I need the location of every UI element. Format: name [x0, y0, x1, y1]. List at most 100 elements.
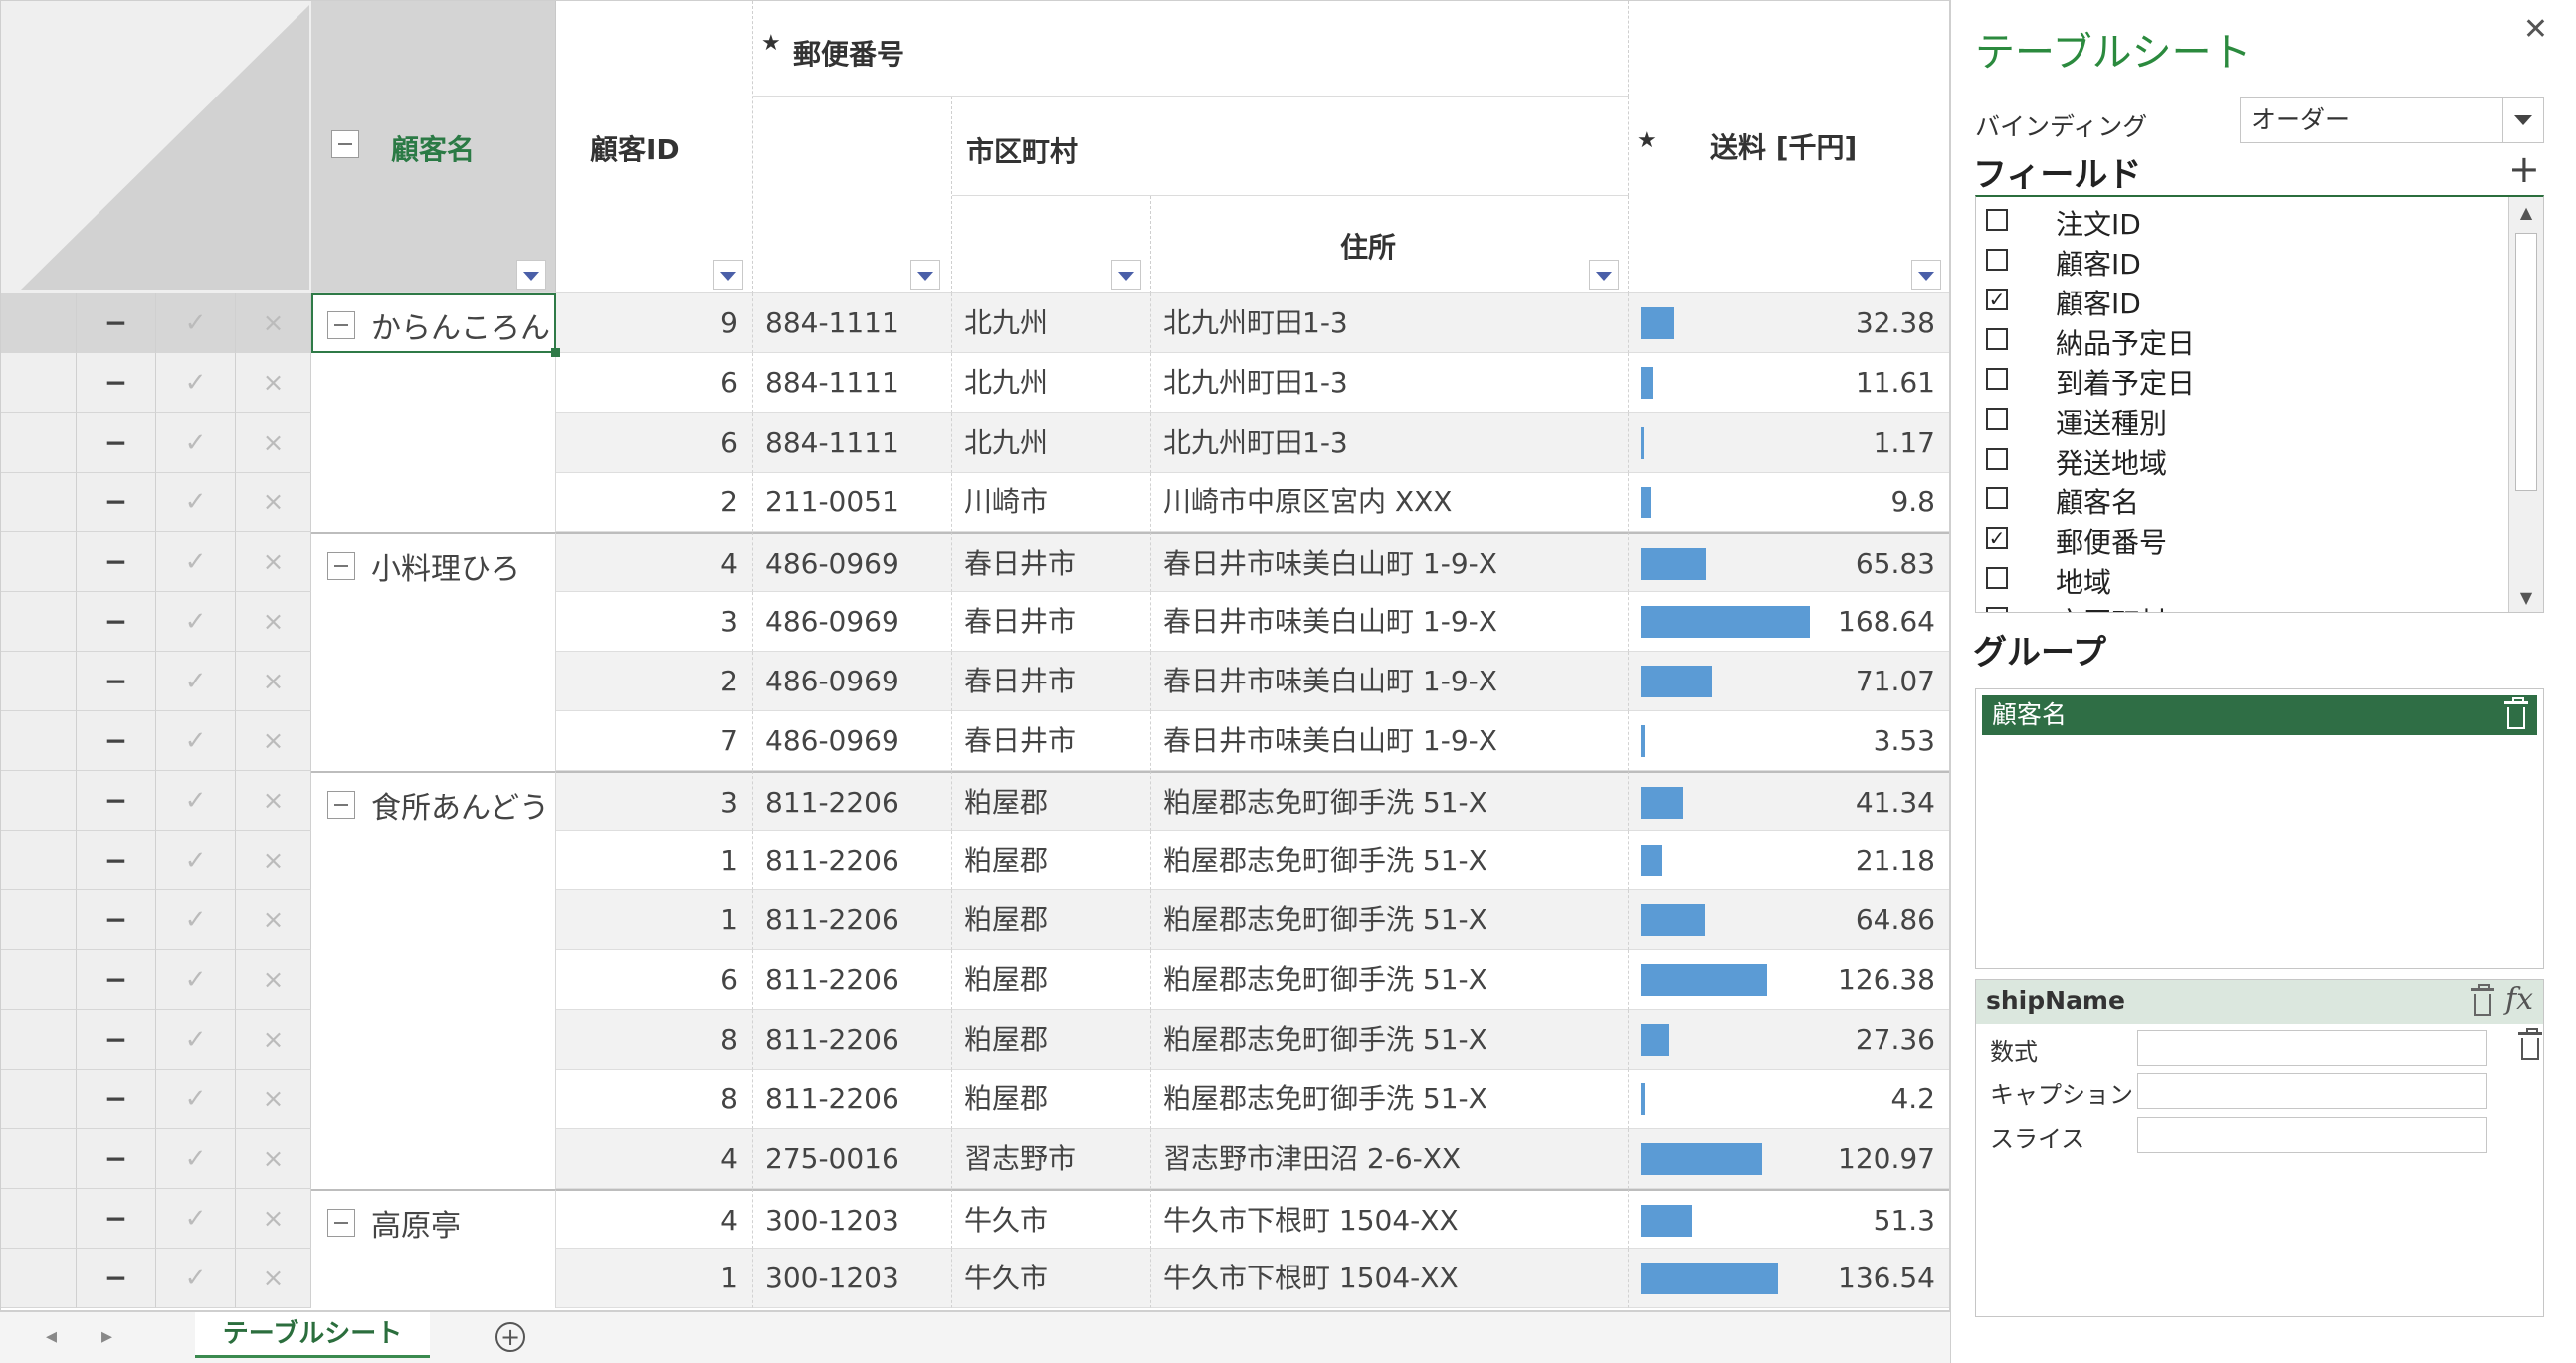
cell-customer-id[interactable]: 6	[556, 413, 753, 473]
cell-shipping-fee[interactable]: 168.64	[1629, 592, 1949, 652]
cell-address[interactable]: 春日井市味美白山町 1-9-X	[1151, 652, 1629, 711]
row-delete-button[interactable]: −	[77, 293, 156, 353]
cell-address[interactable]: 牛久市下根町 1504-XX	[1151, 1249, 1629, 1308]
field-list-item[interactable]: 顧客ID	[1976, 241, 2509, 281]
column-header-address[interactable]: 住所	[1151, 196, 1629, 293]
column-header-customer-id[interactable]: 顧客ID	[556, 1, 753, 293]
row-cancel-button[interactable]: ×	[236, 532, 311, 592]
row-cancel-button[interactable]: ×	[236, 890, 311, 950]
row-cancel-button[interactable]: ×	[236, 1249, 311, 1308]
cell-postal-code[interactable]: 486-0969	[753, 592, 952, 652]
cell-customer-id[interactable]: 4	[556, 532, 753, 592]
field-list-item[interactable]: ✓ 顧客ID	[1976, 281, 2509, 320]
table-row[interactable]: − ✓ × 4 300-1203 牛久市 牛久市下根町 1504-XX 51.3	[1, 1189, 1949, 1249]
row-header[interactable]	[1, 413, 77, 473]
cell-postal-code[interactable]: 884-1111	[753, 293, 952, 353]
cell-shipping-fee[interactable]: 9.8	[1629, 473, 1949, 532]
cell-shipping-fee[interactable]: 136.54	[1629, 1249, 1949, 1308]
scroll-down-icon[interactable]: ▼	[2509, 582, 2543, 612]
cell-city[interactable]: 北九州	[952, 353, 1151, 413]
row-header[interactable]	[1, 293, 77, 353]
cell-customer-id[interactable]: 8	[556, 1070, 753, 1129]
checkbox-icon[interactable]	[1986, 448, 2008, 470]
checkbox-icon[interactable]	[1986, 328, 2008, 350]
cell-address[interactable]: 粕屋郡志免町御手洗 51-X	[1151, 890, 1629, 950]
filter-dropdown-icon[interactable]	[1111, 260, 1141, 290]
cell-address[interactable]: 粕屋郡志免町御手洗 51-X	[1151, 950, 1629, 1010]
cell-postal-code[interactable]: 884-1111	[753, 413, 952, 473]
row-header[interactable]	[1, 532, 77, 592]
cell-address[interactable]: 春日井市味美白山町 1-9-X	[1151, 711, 1629, 771]
row-confirm-button[interactable]: ✓	[156, 1249, 236, 1308]
checkbox-checked-icon[interactable]: ✓	[1986, 607, 2008, 612]
row-confirm-button[interactable]: ✓	[156, 353, 236, 413]
row-confirm-button[interactable]: ✓	[156, 1010, 236, 1070]
table-row[interactable]: − ✓ × 3 811-2206 粕屋郡 粕屋郡志免町御手洗 51-X 41.34	[1, 771, 1949, 831]
table-row[interactable]: − ✓ × 1 300-1203 牛久市 牛久市下根町 1504-XX 136.54	[1, 1249, 1949, 1308]
prev-sheet-icon[interactable]: ◂	[46, 1324, 57, 1349]
cell-customer-id[interactable]: 7	[556, 711, 753, 771]
column-header-shipping-fee[interactable]: ★ 送料 [千円]	[1629, 1, 1949, 293]
cell-postal-code[interactable]: 811-2206	[753, 1010, 952, 1070]
cell-postal-code[interactable]: 811-2206	[753, 771, 952, 831]
row-header[interactable]	[1, 890, 77, 950]
cell-postal-code[interactable]: 486-0969	[753, 711, 952, 771]
collapse-group-icon[interactable]	[327, 1209, 355, 1237]
row-confirm-button[interactable]: ✓	[156, 1129, 236, 1189]
group-cell-customer-name[interactable]: 食所あんどう	[311, 771, 556, 1189]
cell-city[interactable]: 粕屋郡	[952, 771, 1151, 831]
group-chip[interactable]: 顧客名	[1982, 695, 2537, 735]
cell-city[interactable]: 春日井市	[952, 592, 1151, 652]
group-cell-customer-name[interactable]: 高原亭	[311, 1189, 556, 1308]
row-delete-button[interactable]: −	[77, 950, 156, 1010]
cell-address[interactable]: 牛久市下根町 1504-XX	[1151, 1189, 1629, 1249]
field-list[interactable]: 注文ID 顧客ID ✓ 顧客ID 納品予定日 到着予定日 運送種別 発送地域 顧客名 ✓ 郵便番号地…	[1975, 195, 2544, 613]
row-confirm-button[interactable]: ✓	[156, 831, 236, 890]
row-confirm-button[interactable]: ✓	[156, 1189, 236, 1249]
cell-city[interactable]: 春日井市	[952, 711, 1151, 771]
field-list-item[interactable]: 納品予定日	[1976, 320, 2509, 360]
collapse-group-icon[interactable]	[327, 552, 355, 580]
fx-icon[interactable]: fx	[2505, 982, 2533, 1017]
checkbox-icon[interactable]	[1986, 249, 2008, 271]
row-confirm-button[interactable]: ✓	[156, 890, 236, 950]
field-list-item[interactable]: ✓ 市区町村	[1976, 599, 2509, 612]
row-confirm-button[interactable]: ✓	[156, 293, 236, 353]
trash-icon[interactable]	[2504, 697, 2528, 729]
table-row[interactable]: − ✓ × 6 811-2206 粕屋郡 粕屋郡志免町御手洗 51-X 126.38	[1, 950, 1949, 1010]
row-delete-button[interactable]: −	[77, 1010, 156, 1070]
cell-postal-code[interactable]: 275-0016	[753, 1129, 952, 1189]
cell-postal-code[interactable]: 884-1111	[753, 353, 952, 413]
row-cancel-button[interactable]: ×	[236, 711, 311, 771]
cell-postal-code[interactable]: 486-0969	[753, 532, 952, 592]
field-list-item[interactable]: 到着予定日	[1976, 360, 2509, 400]
cell-postal-code[interactable]: 300-1203	[753, 1249, 952, 1308]
cell-city[interactable]: 春日井市	[952, 532, 1151, 592]
cell-address[interactable]: 北九州町田1-3	[1151, 293, 1629, 353]
row-header[interactable]	[1, 1129, 77, 1189]
row-delete-button[interactable]: −	[77, 1129, 156, 1189]
checkbox-icon[interactable]	[1986, 408, 2008, 430]
cell-customer-id[interactable]: 1	[556, 890, 753, 950]
row-confirm-button[interactable]: ✓	[156, 473, 236, 532]
caption-input[interactable]	[2137, 1073, 2487, 1109]
field-list-item[interactable]: 発送地域	[1976, 440, 2509, 480]
table-row[interactable]: − ✓ × 9 884-1111 北九州 北九州町田1-3 32.38	[1, 293, 1949, 353]
cell-address[interactable]: 川崎市中原区宮内 XXX	[1151, 473, 1629, 532]
field-list-item[interactable]: 顧客名	[1976, 480, 2509, 519]
cell-address[interactable]: 春日井市味美白山町 1-9-X	[1151, 592, 1629, 652]
cell-city[interactable]: 粕屋郡	[952, 831, 1151, 890]
cell-city[interactable]: 牛久市	[952, 1189, 1151, 1249]
grid-corner[interactable]	[1, 1, 312, 293]
table-row[interactable]: − ✓ × 8 811-2206 粕屋郡 粕屋郡志免町御手洗 51-X 27.36	[1, 1010, 1949, 1070]
checkbox-icon[interactable]	[1986, 567, 2008, 589]
row-header[interactable]	[1, 771, 77, 831]
cell-customer-id[interactable]: 4	[556, 1129, 753, 1189]
field-list-scrollbar[interactable]: ▲ ▼	[2508, 197, 2543, 612]
row-confirm-button[interactable]: ✓	[156, 532, 236, 592]
cell-postal-code[interactable]: 211-0051	[753, 473, 952, 532]
cell-customer-id[interactable]: 6	[556, 950, 753, 1010]
cell-city[interactable]: 春日井市	[952, 652, 1151, 711]
table-row[interactable]: − ✓ × 6 884-1111 北九州 北九州町田1-3 11.61	[1, 353, 1949, 413]
cell-customer-id[interactable]: 2	[556, 473, 753, 532]
